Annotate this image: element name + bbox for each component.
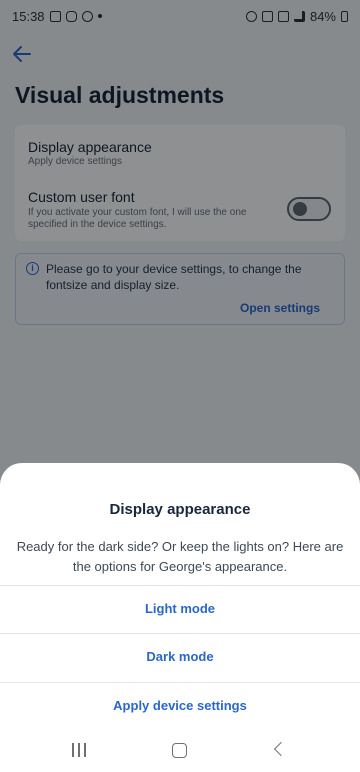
system-nav-bar: [0, 730, 360, 772]
option-light-mode[interactable]: Light mode: [0, 585, 360, 633]
option-apply-device-settings[interactable]: Apply device settings: [0, 682, 360, 730]
home-icon[interactable]: [172, 743, 187, 758]
option-dark-mode[interactable]: Dark mode: [0, 633, 360, 681]
sheet-title: Display appearance: [109, 501, 251, 518]
recents-icon[interactable]: [72, 743, 86, 757]
sheet-description: Ready for the dark side? Or keep the lig…: [16, 539, 344, 574]
nav-back-icon[interactable]: [273, 741, 289, 757]
bottom-sheet: Display appearance Ready for the dark si…: [0, 463, 360, 772]
